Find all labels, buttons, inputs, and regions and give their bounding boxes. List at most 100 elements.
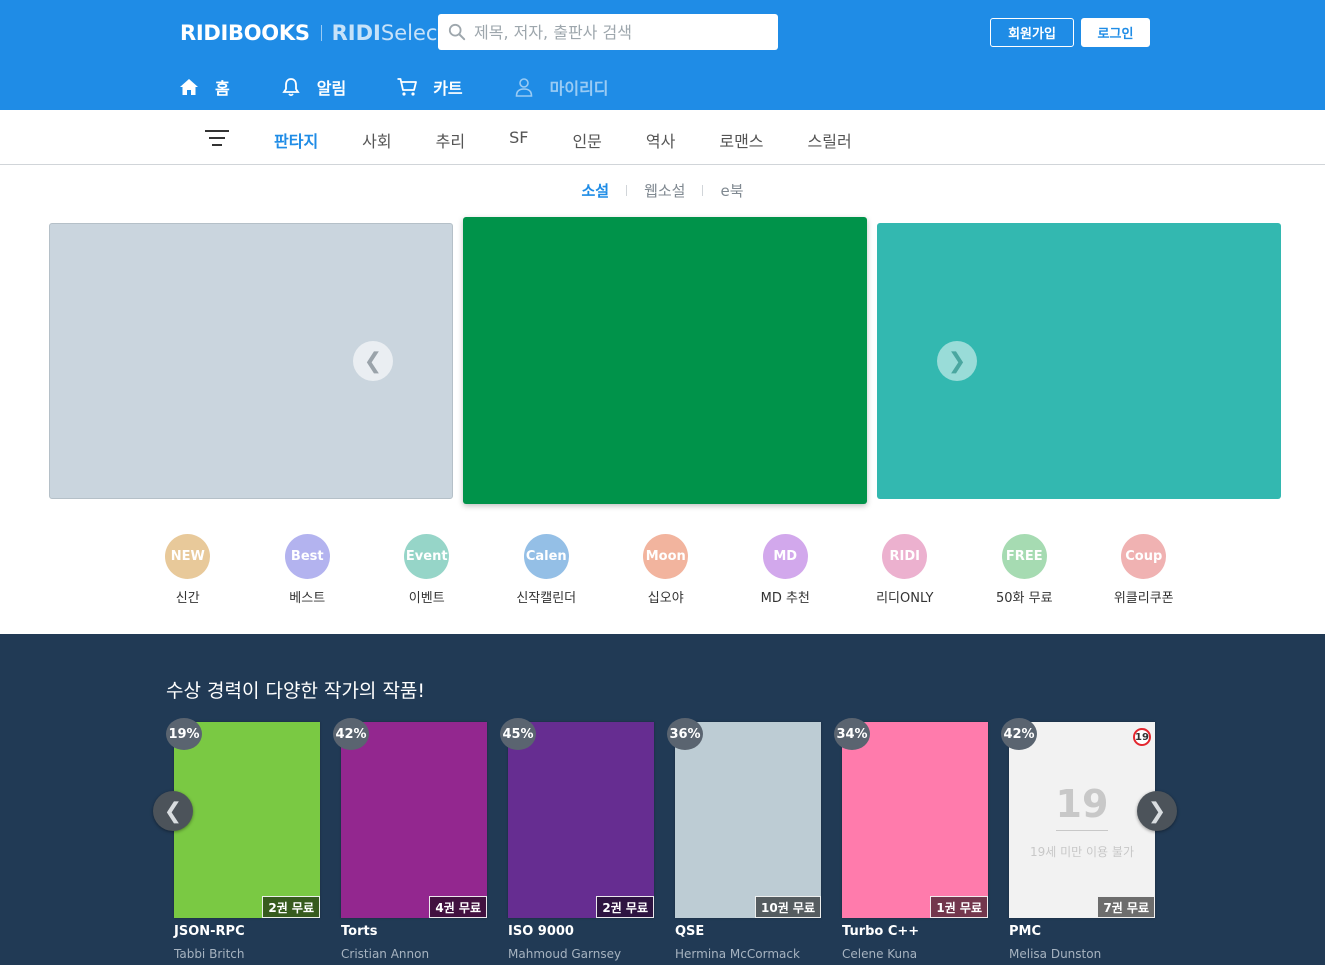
quick-menu-calendar[interactable]: Calen 신작캘린더 bbox=[487, 534, 607, 606]
ridiselect-logo[interactable]: RIDISelect bbox=[332, 21, 446, 45]
quick-menu-best[interactable]: Best 베스트 bbox=[248, 534, 368, 606]
login-button[interactable]: 로그인 bbox=[1081, 18, 1150, 47]
book-cover[interactable]: 19 19 19세 미만 이용 불가 7권 무료 bbox=[1009, 722, 1155, 918]
quick-menu-label: 이벤트 bbox=[408, 591, 445, 606]
sub-tab-novel[interactable]: 소설 bbox=[581, 180, 609, 201]
ridibooks-logo[interactable]: RIDIBOOKS bbox=[180, 21, 310, 45]
book-cover[interactable]: 2권 무료 bbox=[174, 722, 320, 918]
calendar-icon: Calen bbox=[523, 534, 569, 579]
book-title[interactable]: QSE bbox=[675, 924, 704, 939]
nav-home-label: 홈 bbox=[215, 79, 230, 98]
free-volumes-badge: 2권 무료 bbox=[262, 896, 320, 918]
free-volumes-badge: 2권 무료 bbox=[596, 896, 654, 918]
banner-next-button[interactable]: ❯ bbox=[937, 341, 977, 381]
genre-tab-mystery[interactable]: 추리 bbox=[436, 128, 465, 152]
quick-menu-new[interactable]: NEW 신간 bbox=[128, 534, 248, 606]
book-author[interactable]: Tabbi Britch bbox=[174, 947, 245, 961]
coupon-icon: Coup bbox=[1121, 534, 1167, 579]
quick-menu-label: MD 추천 bbox=[760, 591, 810, 606]
user-icon bbox=[515, 78, 532, 97]
quick-menu-md[interactable]: MD MD 추천 bbox=[726, 534, 846, 606]
signup-button[interactable]: 회원가입 bbox=[990, 18, 1074, 47]
quick-menu-label: 십오야 bbox=[647, 591, 684, 606]
nav-home[interactable]: 홈 bbox=[178, 75, 230, 99]
quick-menu-coupon[interactable]: Coup 위클리쿠폰 bbox=[1084, 534, 1204, 606]
book-title[interactable]: Torts bbox=[341, 924, 377, 939]
free-icon: FREE bbox=[1001, 534, 1047, 579]
quick-menu-event[interactable]: Event 이벤트 bbox=[367, 534, 487, 606]
adult-divider bbox=[1056, 830, 1108, 831]
banner-prev-button[interactable]: ❮ bbox=[353, 341, 393, 381]
genre-tab-humanities[interactable]: 인문 bbox=[572, 128, 601, 152]
discount-badge: 36% bbox=[667, 718, 703, 750]
book-cover[interactable]: 4권 무료 bbox=[341, 722, 487, 918]
sub-tab-web-novel[interactable]: 웹소설 bbox=[644, 180, 685, 201]
free-volumes-badge: 10권 무료 bbox=[755, 896, 821, 918]
book-author[interactable]: Hermina McCormack bbox=[675, 947, 800, 961]
discount-badge: 19% bbox=[166, 718, 202, 750]
ridi-icon: RIDI bbox=[882, 534, 928, 579]
discount-badge: 34% bbox=[834, 718, 870, 750]
book-author[interactable]: Cristian Annon bbox=[341, 947, 429, 961]
discount-badge: 45% bbox=[500, 718, 536, 750]
logo[interactable]: RIDIBOOKS RIDISelect bbox=[180, 20, 446, 46]
books-prev-button[interactable]: ❮ bbox=[153, 791, 193, 831]
moon-icon: Moon bbox=[643, 534, 689, 579]
quick-menu-free[interactable]: FREE 50화 무료 bbox=[965, 534, 1085, 606]
banner-slide-current[interactable] bbox=[463, 217, 867, 504]
event-icon: Event bbox=[404, 534, 450, 579]
free-volumes-badge: 1권 무료 bbox=[930, 896, 988, 918]
nav-notifications[interactable]: 알림 bbox=[280, 75, 346, 99]
genre-tab-history[interactable]: 역사 bbox=[646, 128, 675, 152]
book-cover[interactable]: 10권 무료 bbox=[675, 722, 821, 918]
nav-cart-label: 카트 bbox=[433, 79, 463, 98]
book-cover[interactable]: 1권 무료 bbox=[842, 722, 988, 918]
discount-badge: 42% bbox=[333, 718, 369, 750]
book-author[interactable]: Celene Kuna bbox=[842, 947, 917, 961]
main-nav: 홈 알림 카트 마이리디 bbox=[178, 72, 659, 102]
sub-tabs: 소설 웹소설 e북 bbox=[0, 180, 1325, 201]
books-next-button[interactable]: ❯ bbox=[1137, 791, 1177, 831]
md-icon: MD bbox=[762, 534, 808, 579]
search-icon bbox=[448, 23, 466, 41]
quick-menu: NEW 신간 Best 베스트 Event 이벤트 Calen 신작캘린더 Mo… bbox=[128, 534, 1204, 606]
quick-menu-label: 위클리쿠폰 bbox=[1113, 591, 1174, 606]
book-title[interactable]: PMC bbox=[1009, 924, 1041, 939]
section-title: 수상 경력이 다양한 작가의 작품! bbox=[166, 680, 426, 702]
bell-icon bbox=[282, 78, 300, 97]
cart-icon bbox=[397, 78, 418, 96]
quick-menu-label: 50화 무료 bbox=[995, 591, 1053, 606]
adult-only-notice: 19세 미만 이용 불가 bbox=[1030, 845, 1134, 859]
sub-tab-ebook[interactable]: e북 bbox=[720, 180, 743, 201]
quick-menu-label: 베스트 bbox=[289, 591, 326, 606]
quick-menu-moon[interactable]: Moon 십오야 bbox=[606, 534, 726, 606]
genre-tab-society[interactable]: 사회 bbox=[362, 128, 391, 152]
genre-tab-thriller[interactable]: 스릴러 bbox=[808, 128, 852, 152]
book-title[interactable]: Turbo C++ bbox=[842, 924, 919, 939]
global-header: RIDIBOOKS RIDISelect 회원가입 로그인 홈 알림 카트 마이… bbox=[0, 0, 1325, 110]
book-author[interactable]: Melisa Dunston bbox=[1009, 947, 1101, 961]
quick-menu-label: 신간 bbox=[175, 591, 200, 606]
book-author[interactable]: Mahmoud Garnsey bbox=[508, 947, 621, 961]
book-title[interactable]: JSON-RPC bbox=[174, 924, 245, 939]
home-icon bbox=[180, 79, 198, 95]
search-input[interactable] bbox=[474, 22, 764, 42]
nav-my-ridi[interactable]: 마이리디 bbox=[513, 75, 609, 99]
sub-tab-divider bbox=[702, 185, 704, 196]
quick-menu-ridi-only[interactable]: RIDI 리디ONLY bbox=[845, 534, 965, 606]
book-section: 수상 경력이 다양한 작가의 작품! 19% 2권 무료 JSON-RPC Ta… bbox=[0, 634, 1325, 965]
quick-menu-label: 신작캘린더 bbox=[516, 591, 577, 606]
new-icon: NEW bbox=[165, 534, 211, 579]
book-title[interactable]: ISO 9000 bbox=[508, 924, 574, 939]
nav-my-ridi-label: 마이리디 bbox=[549, 79, 609, 98]
genre-tab-fantasy[interactable]: 판타지 bbox=[274, 128, 318, 152]
quick-menu-label: 리디ONLY bbox=[876, 591, 934, 606]
free-volumes-badge: 7권 무료 bbox=[1097, 896, 1155, 918]
genre-tab-sf[interactable]: SF bbox=[509, 128, 528, 152]
genre-tab-romance[interactable]: 로맨스 bbox=[719, 128, 763, 152]
adult-only-number: 19 bbox=[1055, 782, 1109, 826]
book-cover[interactable]: 2권 무료 bbox=[508, 722, 654, 918]
nav-cart[interactable]: 카트 bbox=[396, 75, 463, 99]
menu-icon[interactable] bbox=[205, 128, 229, 148]
search-box[interactable] bbox=[438, 14, 778, 50]
